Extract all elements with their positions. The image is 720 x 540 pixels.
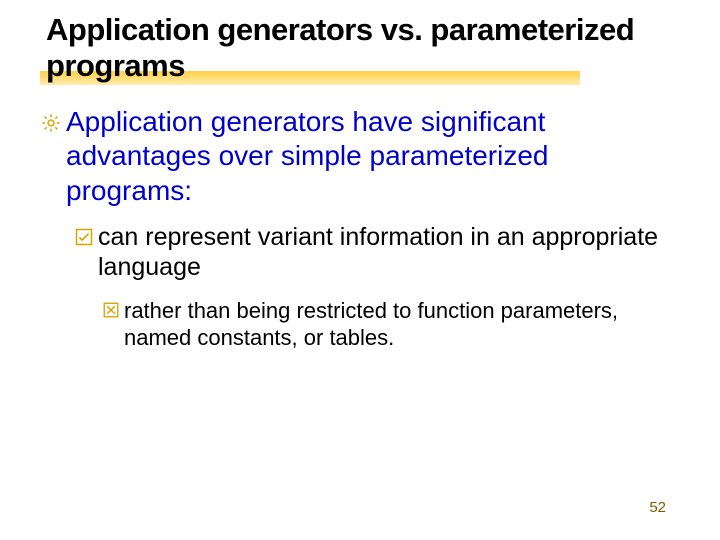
checkbox-x-icon	[102, 301, 120, 319]
bullet-level-1-text: Application generators have significant …	[66, 105, 680, 207]
title-block: Application generators vs. parameterized…	[46, 12, 680, 83]
bullet-level-3-text: rather than being restricted to function…	[124, 297, 680, 352]
checkbox-check-icon	[74, 227, 94, 247]
gear-icon	[40, 112, 62, 134]
bullet-level-3: rather than being restricted to function…	[102, 297, 680, 352]
bullet-level-1: Application generators have significant …	[40, 105, 680, 207]
bullet-level-2: can represent variant information in an …	[74, 222, 680, 283]
page-number: 52	[649, 499, 666, 516]
slide: Application generators vs. parameterized…	[0, 0, 720, 540]
slide-title: Application generators vs. parameterized…	[46, 12, 680, 83]
bullet-level-2-text: can represent variant information in an …	[98, 222, 680, 283]
slide-body: Application generators have significant …	[40, 105, 680, 351]
